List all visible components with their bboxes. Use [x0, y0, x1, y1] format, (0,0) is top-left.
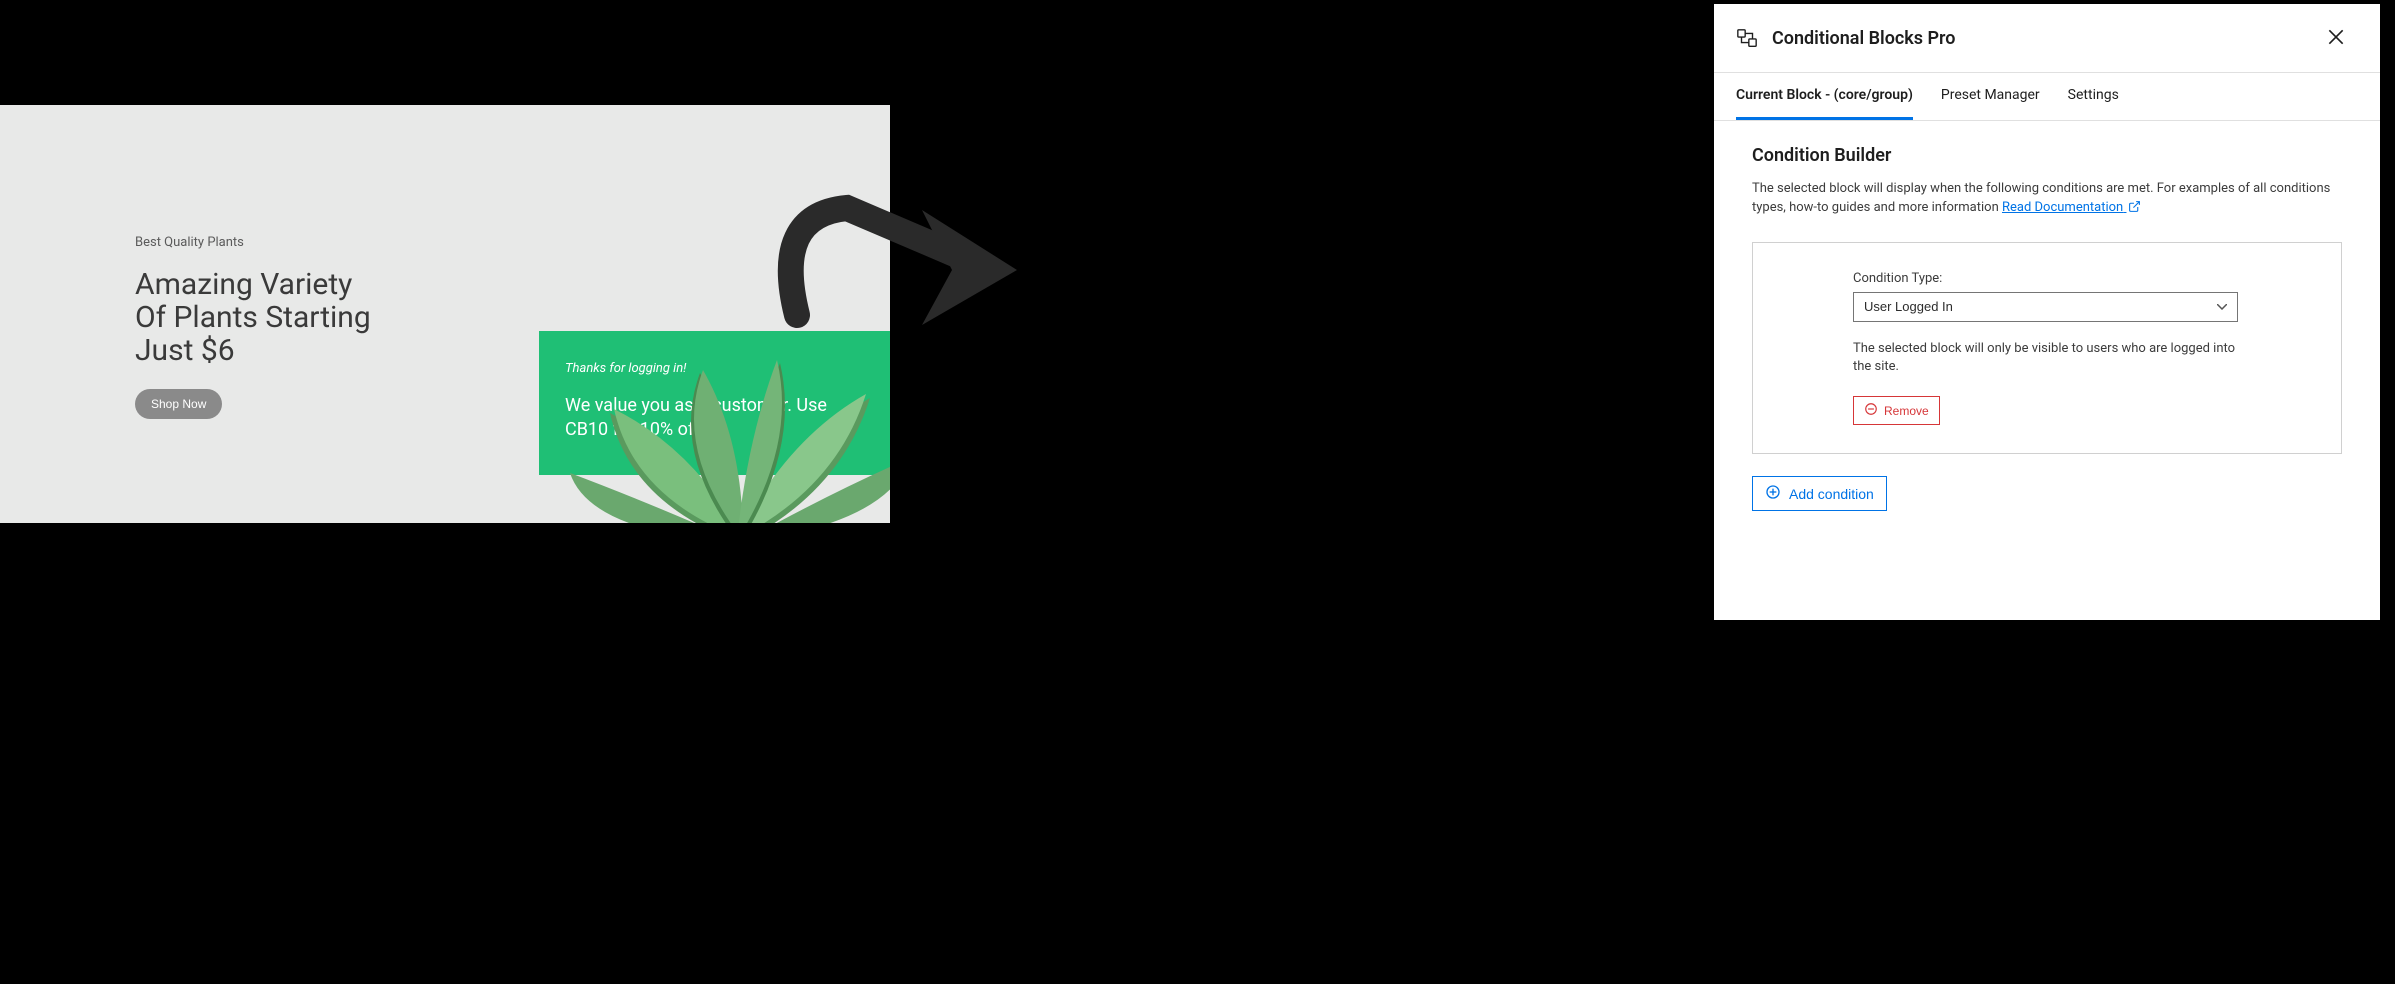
- hero-title: Amazing Variety Of Plants Starting Just …: [135, 268, 371, 367]
- plus-circle-icon: [1765, 484, 1781, 503]
- conditional-blocks-icon: [1736, 27, 1758, 49]
- tab-current-block[interactable]: Current Block - (core/group): [1736, 73, 1913, 120]
- website-preview-panel: Best Quality Plants Amazing Variety Of P…: [0, 105, 890, 523]
- read-documentation-label: Read Documentation: [2002, 200, 2123, 215]
- modal-tabs: Current Block - (core/group) Preset Mana…: [1714, 73, 2380, 121]
- hero-content: Best Quality Plants Amazing Variety Of P…: [135, 235, 371, 419]
- remove-button-label: Remove: [1884, 404, 1929, 418]
- hero-title-line: Just $6: [135, 333, 235, 368]
- condition-card: Condition Type: User Logged In The selec…: [1752, 242, 2342, 454]
- condition-help-text: The selected block will only be visible …: [1853, 340, 2238, 376]
- shop-now-button[interactable]: Shop Now: [135, 389, 222, 419]
- modal-title: Conditional Blocks Pro: [1772, 28, 1955, 49]
- plant-decoration-image: [570, 343, 890, 523]
- close-icon: [2326, 35, 2346, 50]
- hero-eyebrow: Best Quality Plants: [135, 235, 371, 250]
- tab-settings[interactable]: Settings: [2068, 73, 2119, 120]
- condition-builder-heading: Condition Builder: [1752, 145, 2342, 166]
- remove-circle-icon: [1864, 402, 1878, 419]
- modal-header: Conditional Blocks Pro: [1714, 4, 2380, 73]
- hero-title-line: Amazing Variety: [135, 267, 352, 302]
- conditional-blocks-modal: Conditional Blocks Pro Current Block - (…: [1714, 4, 2380, 620]
- condition-builder-description: The selected block will display when the…: [1752, 180, 2342, 220]
- remove-condition-button[interactable]: Remove: [1853, 396, 1940, 425]
- add-condition-label: Add condition: [1789, 486, 1874, 502]
- modal-body: Condition Builder The selected block wil…: [1714, 121, 2380, 535]
- condition-type-select[interactable]: User Logged In: [1853, 292, 2238, 322]
- external-link-icon: [2128, 200, 2141, 220]
- tab-preset-manager[interactable]: Preset Manager: [1941, 73, 2040, 120]
- close-button[interactable]: [2324, 26, 2348, 50]
- read-documentation-link[interactable]: Read Documentation: [2002, 200, 2142, 215]
- modal-title-wrap: Conditional Blocks Pro: [1736, 27, 1955, 49]
- add-condition-button[interactable]: Add condition: [1752, 476, 1887, 511]
- condition-type-label: Condition Type:: [1853, 271, 2241, 286]
- hero-title-line: Of Plants Starting: [135, 300, 371, 335]
